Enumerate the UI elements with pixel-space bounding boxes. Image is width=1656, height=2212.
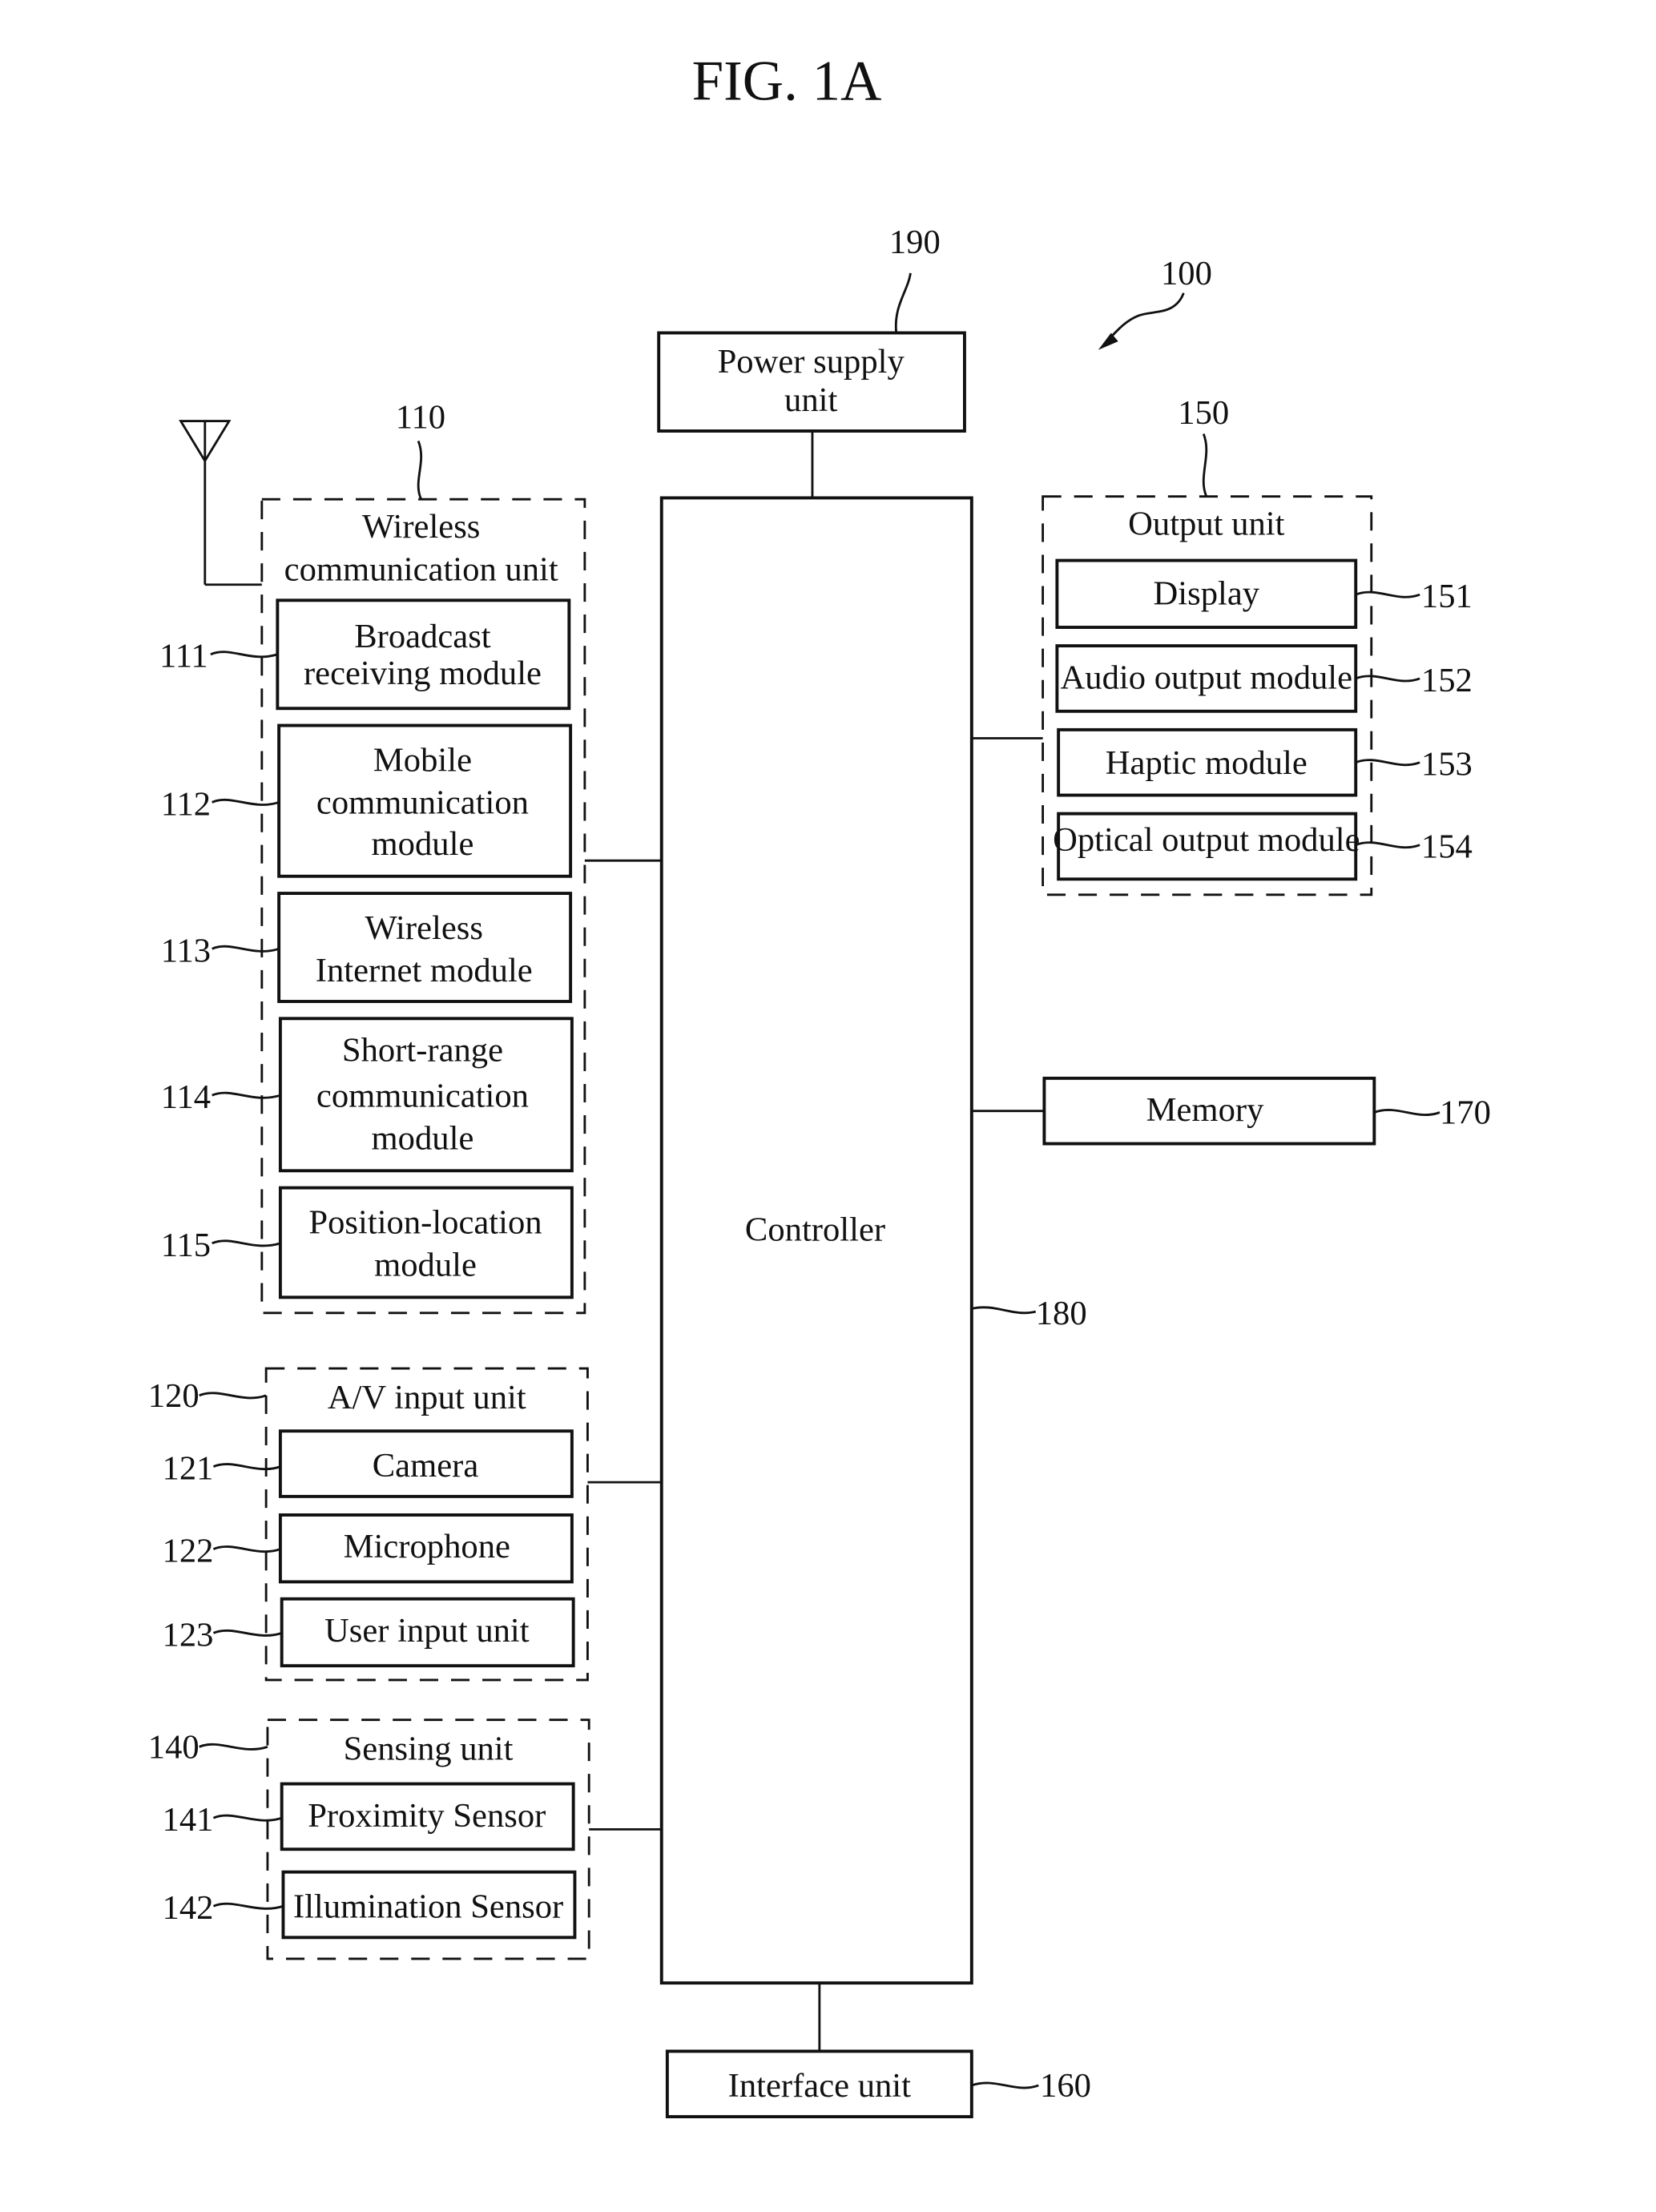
ref-120: 120 — [148, 1377, 199, 1415]
ref-123: 123 — [163, 1616, 214, 1654]
ref-160: 160 — [1040, 2067, 1091, 2105]
ref-152-leader — [1355, 675, 1420, 683]
ref-170-leader — [1373, 1109, 1440, 1116]
ref-141-leader — [212, 1814, 283, 1822]
ref-151-leader — [1355, 590, 1420, 598]
microphone-label: Microphone — [344, 1528, 510, 1565]
ref-190: 190 — [889, 224, 941, 261]
ref-111: 111 — [159, 638, 208, 675]
power-supply-label-line1: Power supply — [718, 343, 905, 381]
short-range-module-label-line1: Short-range — [342, 1032, 503, 1070]
ref-113: 113 — [161, 932, 211, 969]
ref-140-leader — [199, 1743, 268, 1751]
ref-141: 141 — [163, 1801, 214, 1839]
broadcast-module-label-line1: Broadcast — [354, 618, 491, 655]
antenna-icon — [179, 420, 262, 586]
ref-110-leader — [417, 440, 423, 500]
ref-120-leader — [199, 1392, 267, 1400]
ref-114: 114 — [161, 1078, 211, 1116]
ref-115: 115 — [161, 1227, 211, 1264]
camera-label: Camera — [373, 1447, 479, 1485]
ref-142-leader — [212, 1902, 284, 1910]
optical-output-module-label: Optical output module — [1053, 821, 1360, 859]
mobile-module-label-line2: communication — [316, 784, 529, 822]
controller-label: Controller — [745, 1211, 885, 1248]
ref-110: 110 — [396, 398, 445, 436]
illumination-sensor-label: Illumination Sensor — [293, 1888, 563, 1925]
position-module-label-line1: Position-location — [308, 1203, 542, 1241]
mobile-module-label-line1: Mobile — [373, 741, 472, 779]
ref-154: 154 — [1421, 828, 1473, 866]
ref-153-leader — [1355, 759, 1420, 767]
ref-113-leader — [212, 945, 280, 953]
wireless-unit-label-line1: Wireless — [362, 508, 480, 546]
figure-title: FIG. 1A — [692, 50, 882, 112]
position-module-label-line2: module — [374, 1247, 477, 1284]
power-supply-label-line2: unit — [784, 381, 837, 419]
ref-180: 180 — [1036, 1295, 1087, 1332]
haptic-module-label: Haptic module — [1106, 744, 1307, 782]
ref-150-leader — [1202, 433, 1208, 498]
mobile-module-label-line3: module — [372, 825, 474, 863]
ref-122-leader — [212, 1545, 281, 1553]
ref-115-leader — [212, 1239, 281, 1247]
interface-unit-label: Interface unit — [728, 2067, 911, 2105]
ref-150: 150 — [1178, 394, 1229, 432]
memory-label: Memory — [1146, 1091, 1264, 1129]
ref-112-leader — [212, 798, 280, 806]
sensing-unit-label: Sensing unit — [344, 1730, 514, 1767]
internet-module-label-line1: Wireless — [365, 909, 483, 947]
ref-112: 112 — [161, 785, 211, 823]
av-input-unit-label: A/V input unit — [328, 1379, 526, 1416]
display-label: Display — [1154, 575, 1260, 613]
user-input-unit-label: User input unit — [324, 1612, 530, 1650]
ref-142: 142 — [163, 1889, 214, 1927]
ref-190-leader — [894, 272, 912, 333]
ref-111-leader — [210, 651, 278, 659]
proximity-sensor-label: Proximity Sensor — [308, 1797, 546, 1835]
ref-121: 121 — [163, 1450, 214, 1488]
arrow-head-icon — [1098, 332, 1118, 350]
short-range-module-label-line3: module — [372, 1120, 474, 1158]
ref-154-leader — [1355, 841, 1420, 849]
ref-152: 152 — [1421, 662, 1473, 699]
audio-output-module-label: Audio output module — [1061, 659, 1353, 696]
ref-114-leader — [212, 1091, 281, 1099]
ref-160-leader — [971, 2081, 1039, 2089]
ref-153: 153 — [1421, 746, 1473, 784]
output-unit-label: Output unit — [1128, 506, 1284, 543]
block-diagram: FIG. 1A 100 190 Power supply unit Contro… — [148, 50, 1491, 2118]
ref-122: 122 — [163, 1533, 214, 1570]
ref-170: 170 — [1440, 1094, 1491, 1132]
short-range-module-label-line2: communication — [316, 1077, 529, 1114]
broadcast-module-label-line2: receiving module — [304, 655, 542, 692]
ref-121-leader — [212, 1463, 281, 1471]
internet-module-label-line2: Internet module — [316, 952, 533, 989]
ref-100-leader — [1102, 292, 1185, 345]
wireless-unit-label-line2: communication unit — [284, 550, 558, 588]
ref-123-leader — [212, 1629, 283, 1637]
ref-140: 140 — [148, 1729, 199, 1767]
ref-151: 151 — [1421, 578, 1473, 615]
ref-180-leader — [971, 1306, 1037, 1315]
ref-100: 100 — [1161, 255, 1212, 292]
